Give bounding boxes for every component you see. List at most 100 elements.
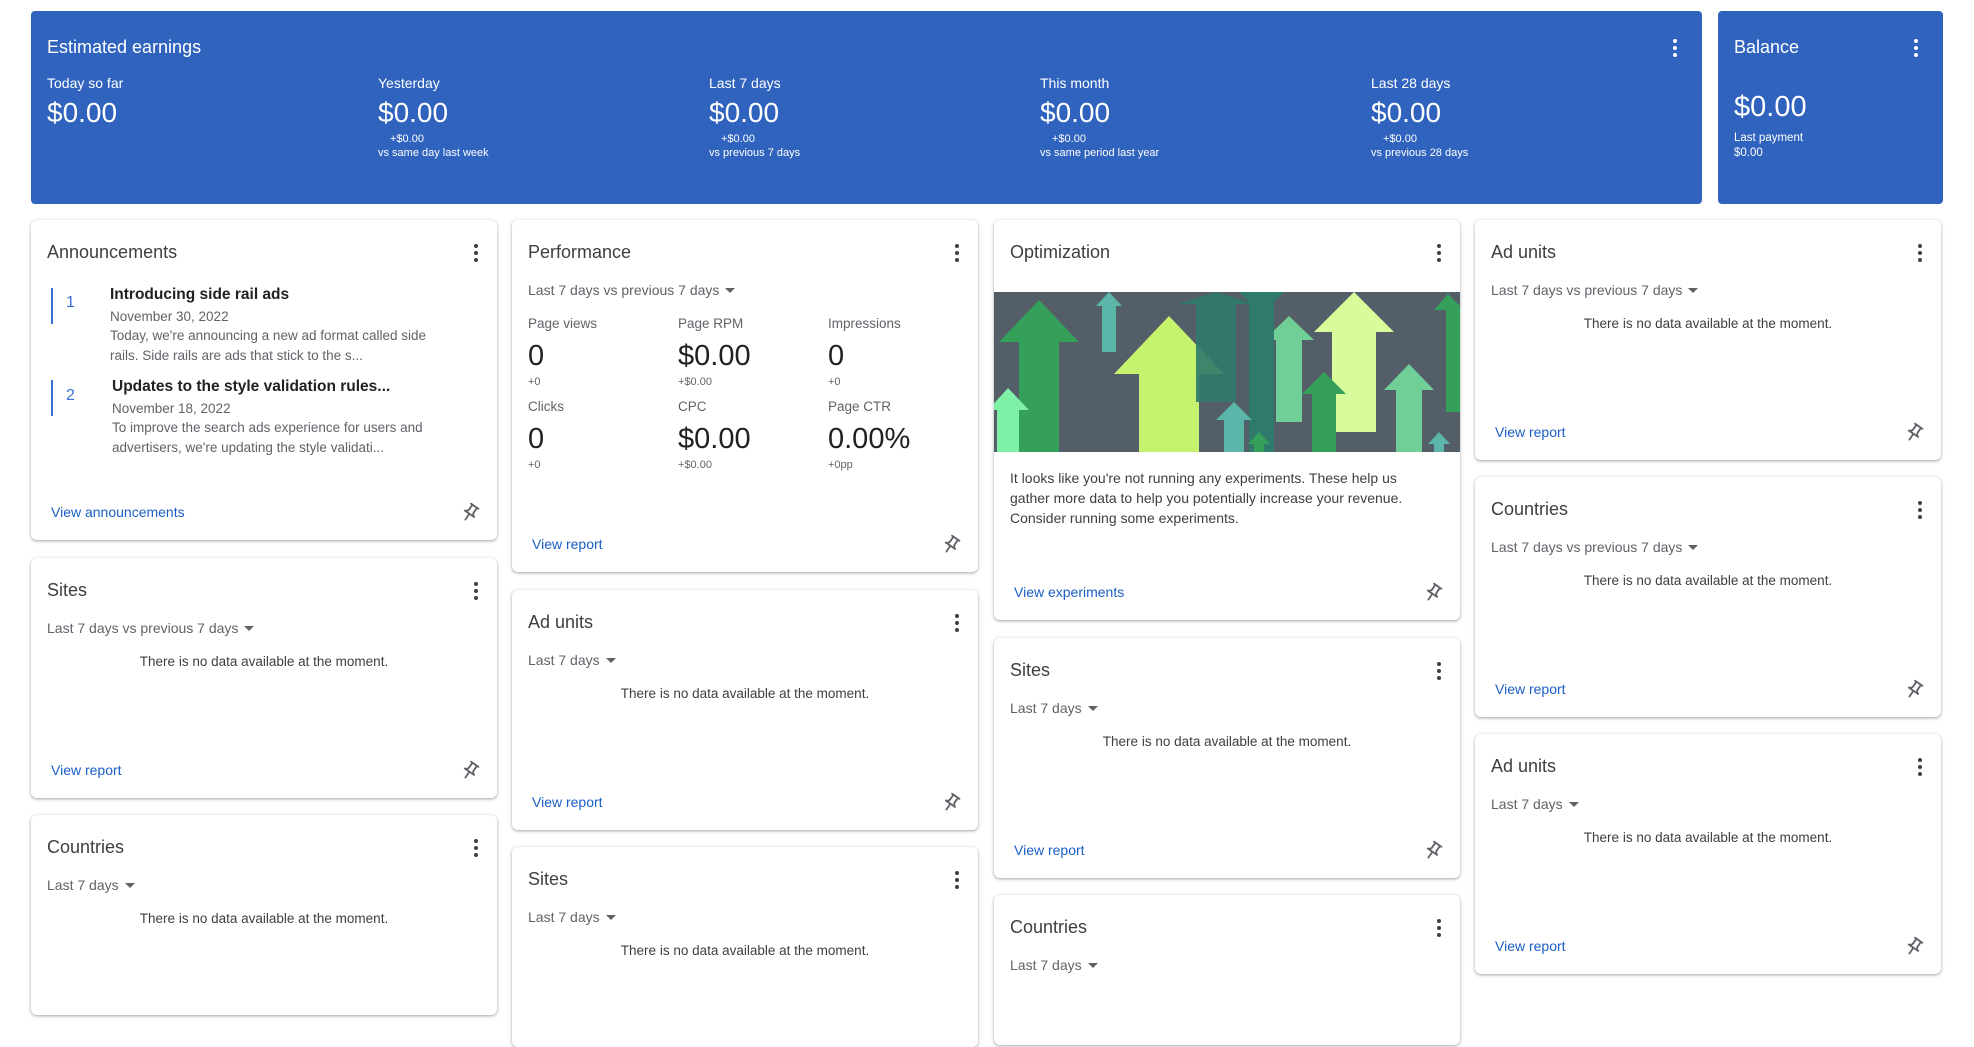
more-vert-icon[interactable] [1434, 244, 1444, 264]
metric-value: $0.00 [709, 97, 780, 128]
metric-delta: +0 [528, 376, 541, 388]
dropdown-label: Last 7 days vs previous 7 days [1491, 282, 1683, 298]
metric-label: Page views [528, 316, 598, 331]
pin-icon[interactable] [1903, 936, 1925, 958]
pin-icon[interactable] [459, 502, 481, 524]
announcement-marker [51, 288, 53, 324]
card-title: Sites [47, 580, 88, 600]
view-announcements-link[interactable]: View announcements [51, 504, 185, 520]
metric-delta: +$0.00 [1052, 133, 1086, 145]
card-title: Sites [1010, 660, 1051, 680]
more-vert-icon[interactable] [471, 839, 481, 859]
metric-delta: +0 [528, 459, 541, 471]
balance-card: Balance $0.00 Last payment $0.00 [1718, 11, 1943, 204]
announcements-card: Announcements 1 Introducing side rail ad… [31, 220, 497, 540]
pin-icon[interactable] [940, 534, 962, 556]
metric-label: This month [1040, 75, 1110, 91]
metric-delta: +$0.00 [678, 376, 712, 388]
pin-icon[interactable] [459, 760, 481, 782]
more-vert-icon[interactable] [952, 614, 962, 634]
card-title: Countries [1491, 499, 1569, 519]
earnings-metric-yesterday: Yesterday $0.00 +$0.00 vs same day last … [378, 75, 489, 159]
metric-label: Yesterday [378, 75, 440, 91]
pin-icon[interactable] [1422, 582, 1444, 604]
metric-value: $0.00 [678, 340, 751, 372]
earnings-menu-button[interactable] [1670, 39, 1680, 59]
date-range-dropdown[interactable]: Last 7 days vs previous 7 days [528, 282, 736, 298]
date-range-dropdown[interactable]: Last 7 days vs previous 7 days [47, 620, 255, 636]
date-range-dropdown[interactable]: Last 7 days [528, 652, 616, 668]
date-range-dropdown[interactable]: Last 7 days vs previous 7 days [1491, 282, 1699, 298]
experiments-illustration [994, 292, 1460, 452]
metric-delta: +$0.00 [678, 459, 712, 471]
earnings-metric-last-28-days: Last 28 days $0.00 +$0.00 vs previous 28… [1371, 75, 1468, 159]
metric-delta: +0pp [828, 459, 853, 471]
date-range-dropdown[interactable]: Last 7 days [47, 877, 135, 893]
dropdown-label: Last 7 days [528, 652, 600, 668]
announcement-date: November 18, 2022 [112, 401, 231, 416]
pin-icon[interactable] [940, 792, 962, 814]
metric-label: Last 28 days [1371, 75, 1451, 91]
more-vert-icon[interactable] [1915, 501, 1925, 521]
date-range-dropdown[interactable]: Last 7 days [528, 909, 616, 925]
more-vert-icon[interactable] [1434, 919, 1444, 939]
countries-card: Countries Last 7 days There is no data a… [31, 815, 497, 1015]
metric-value: 0.00% [828, 423, 911, 455]
pin-icon[interactable] [1903, 679, 1925, 701]
no-data-message: There is no data available at the moment… [1102, 734, 1352, 749]
announcement-marker [51, 380, 53, 416]
dropdown-label: Last 7 days vs previous 7 days [528, 282, 720, 298]
more-vert-icon[interactable] [1915, 244, 1925, 264]
metric-delta: +$0.00 [1383, 133, 1417, 145]
optimization-card: Optimization It looks like you're not ru… [994, 220, 1460, 620]
metric-comparison: vs previous 7 days [709, 147, 801, 159]
dropdown-label: Last 7 days [47, 877, 119, 893]
performance-card: Performance Last 7 days vs previous 7 da… [512, 220, 978, 572]
pin-icon[interactable] [1903, 422, 1925, 444]
date-range-dropdown[interactable]: Last 7 days [1491, 796, 1579, 812]
metric-label: Clicks [528, 399, 564, 414]
caret-down-icon [124, 882, 135, 888]
card-title: Ad units [528, 612, 594, 632]
view-report-link[interactable]: View report [1495, 938, 1566, 954]
more-vert-icon[interactable] [952, 244, 962, 264]
announcement-number: 2 [66, 387, 75, 404]
card-title: Optimization [1010, 242, 1111, 262]
earnings-metric-last-7-days: Last 7 days $0.00 +$0.00 vs previous 7 d… [709, 75, 800, 159]
view-report-link[interactable]: View report [1014, 842, 1085, 858]
date-range-dropdown[interactable]: Last 7 days [1010, 700, 1098, 716]
date-range-dropdown[interactable]: Last 7 days vs previous 7 days [1491, 539, 1699, 555]
more-vert-icon[interactable] [952, 871, 962, 891]
date-range-dropdown[interactable]: Last 7 days [1010, 957, 1098, 973]
caret-down-icon [244, 625, 255, 631]
view-experiments-link[interactable]: View experiments [1014, 584, 1124, 600]
card-title: Countries [1010, 917, 1088, 937]
no-data-message: There is no data available at the moment… [1583, 573, 1833, 588]
card-title: Ad units [1491, 756, 1557, 776]
view-report-link[interactable]: View report [51, 762, 122, 778]
more-vert-icon[interactable] [471, 582, 481, 602]
balance-menu-button[interactable] [1911, 39, 1921, 59]
optimization-text-line: Consider running some experiments. [1010, 510, 1239, 526]
metric-label: Page CTR [828, 399, 892, 414]
more-vert-icon[interactable] [471, 244, 481, 264]
more-vert-icon[interactable] [1915, 758, 1925, 778]
caret-down-icon [1087, 705, 1098, 711]
metric-value: 0 [528, 423, 545, 455]
sites-card: Sites Last 7 days vs previous 7 days The… [31, 558, 497, 798]
metric-value: $0.00 [47, 97, 118, 128]
metric-label: Last 7 days [709, 75, 781, 91]
metric-comparison: vs same day last week [378, 147, 489, 159]
view-report-link[interactable]: View report [532, 536, 603, 552]
announcement-title[interactable]: Introducing side rail ads [110, 286, 289, 304]
metric-value: $0.00 [1040, 97, 1111, 128]
announcement-title[interactable]: Updates to the style validation rules... [112, 378, 390, 396]
metric-value: $0.00 [678, 423, 751, 455]
more-vert-icon[interactable] [1434, 662, 1444, 682]
metric-comparison: vs previous 28 days [1371, 147, 1469, 159]
pin-icon[interactable] [1422, 840, 1444, 862]
view-report-link[interactable]: View report [1495, 424, 1566, 440]
view-report-link[interactable]: View report [1495, 681, 1566, 697]
earnings-title: Estimated earnings [47, 37, 202, 57]
view-report-link[interactable]: View report [532, 794, 603, 810]
